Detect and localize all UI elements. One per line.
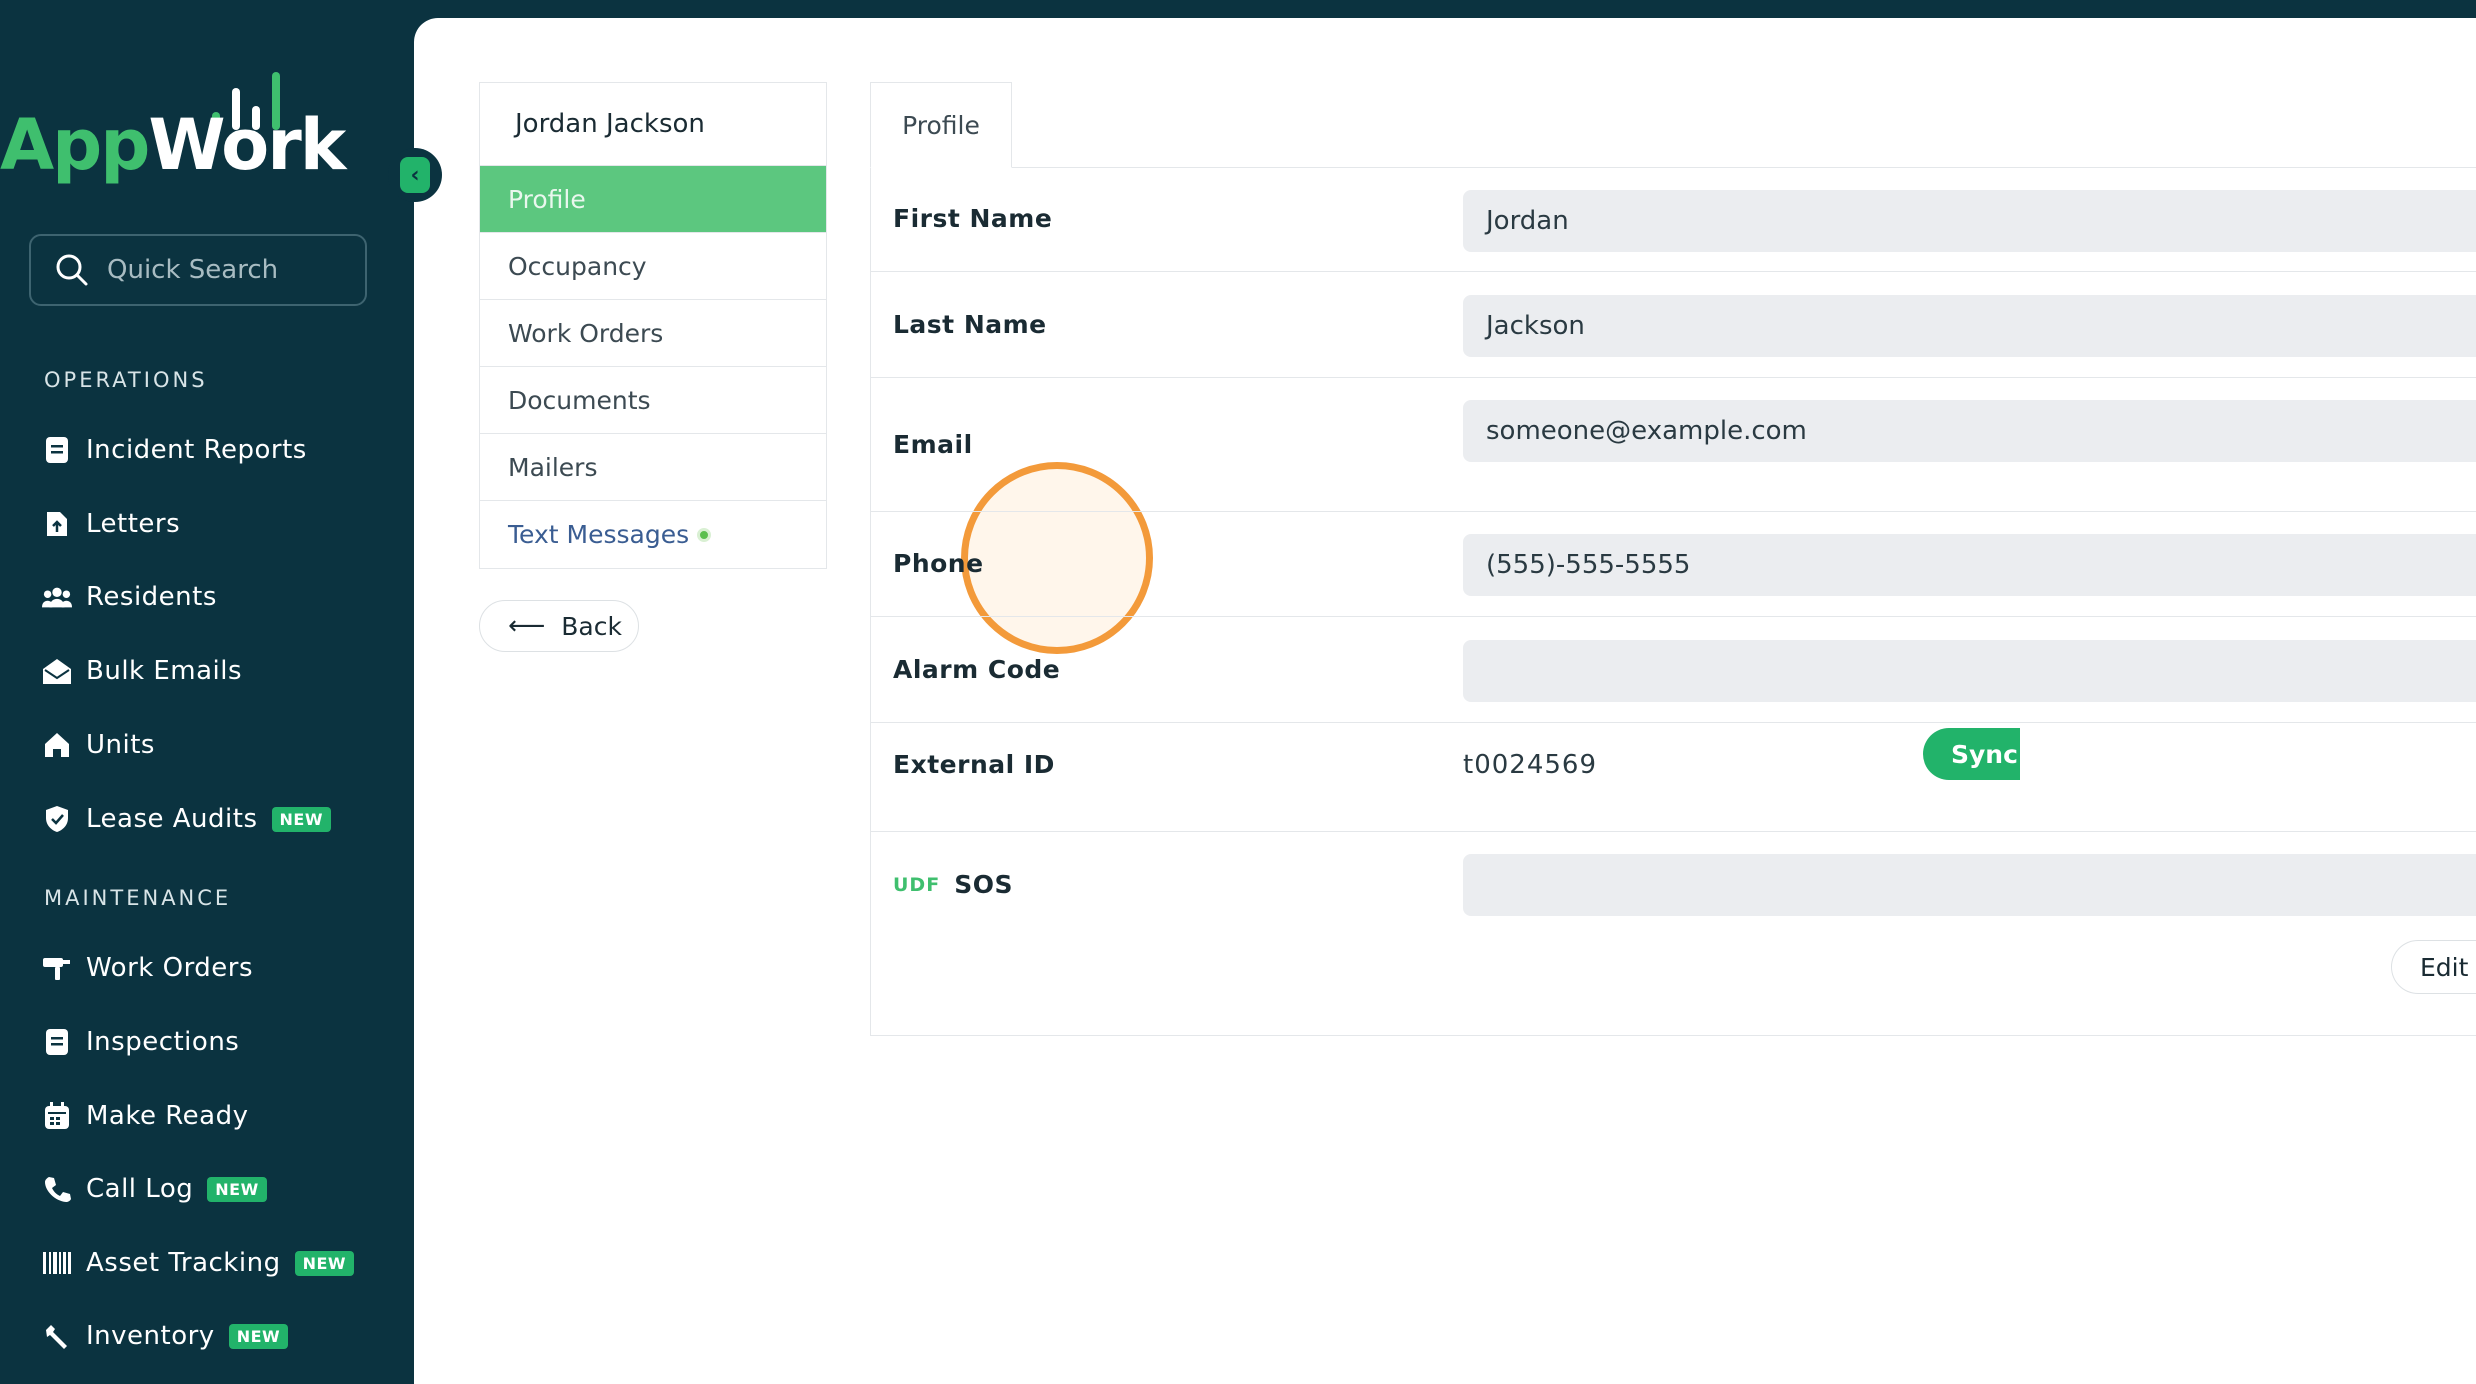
field-label: Phone bbox=[893, 549, 984, 578]
sidebar-item-inspections[interactable]: Inspections bbox=[42, 1020, 239, 1064]
barcode-icon bbox=[42, 1248, 72, 1278]
field-row-email: Email someone@example.com bbox=[871, 378, 2476, 512]
tab-profile[interactable]: Profile bbox=[870, 82, 1012, 168]
new-badge: NEW bbox=[207, 1176, 267, 1202]
chevron-left-icon: ‹ bbox=[400, 157, 430, 193]
field-row-alarm-code: Alarm Code bbox=[871, 617, 2476, 723]
sidebar-item-letters[interactable]: Letters bbox=[42, 502, 180, 546]
subnav-item-work-orders[interactable]: Work Orders bbox=[480, 300, 826, 367]
field-row-external-id: External ID t0024569 bbox=[871, 723, 2476, 832]
udf-tag: UDF bbox=[893, 873, 941, 896]
resident-subnav: Jordan Jackson Profile Occupancy Work Or… bbox=[479, 82, 827, 569]
resident-name: Jordan Jackson bbox=[480, 83, 826, 166]
new-badge: NEW bbox=[271, 806, 331, 832]
alarm-code-field[interactable] bbox=[1463, 640, 2476, 702]
sidebar-item-units[interactable]: Units bbox=[42, 723, 155, 767]
subnav-item-text-messages[interactable]: Text Messages bbox=[480, 501, 826, 568]
sidebar-item-residents[interactable]: Residents bbox=[42, 575, 217, 619]
sidebar-item-incident-reports[interactable]: Incident Reports bbox=[42, 428, 307, 472]
subnav-item-mailers[interactable]: Mailers bbox=[480, 434, 826, 501]
search-placeholder: Quick Search bbox=[107, 255, 279, 285]
section-label-operations: OPERATIONS bbox=[44, 368, 208, 392]
file-upload-icon bbox=[42, 509, 72, 539]
quick-search[interactable]: Quick Search bbox=[29, 234, 367, 306]
field-row-last-name: Last Name Jackson bbox=[871, 272, 2476, 378]
edit-button[interactable]: Edit bbox=[2391, 940, 2476, 994]
sync-button[interactable]: Sync bbox=[1923, 728, 2020, 780]
arrow-left-icon: ⟵ bbox=[508, 611, 546, 641]
wrench-icon bbox=[42, 1321, 72, 1351]
phone-icon bbox=[42, 1174, 72, 1204]
home-icon bbox=[42, 730, 72, 760]
tab-bar: Profile bbox=[870, 82, 2476, 168]
field-label: First Name bbox=[893, 204, 1053, 233]
sidebar-collapse-button[interactable]: ‹ bbox=[388, 148, 442, 202]
field-row-first-name: First Name Jordan bbox=[871, 168, 2476, 272]
section-label-maintenance: MAINTENANCE bbox=[44, 886, 232, 910]
field-label: External ID bbox=[893, 750, 1055, 779]
sidebar: AppWork Quick Search OPERATIONS Incident… bbox=[0, 0, 414, 1384]
paint-roller-icon bbox=[42, 953, 72, 983]
first-name-field[interactable]: Jordan bbox=[1463, 190, 2476, 252]
users-icon bbox=[42, 582, 72, 612]
sos-field[interactable] bbox=[1463, 854, 2476, 916]
sidebar-item-bulk-emails[interactable]: Bulk Emails bbox=[42, 649, 242, 693]
back-button[interactable]: ⟵ Back bbox=[479, 600, 639, 652]
back-label: Back bbox=[561, 611, 622, 641]
field-row-sos: UDF SOS bbox=[871, 832, 2476, 1036]
last-name-field[interactable]: Jackson bbox=[1463, 295, 2476, 357]
subnav-item-documents[interactable]: Documents bbox=[480, 367, 826, 434]
sidebar-item-asset-tracking[interactable]: Asset Tracking NEW bbox=[42, 1241, 355, 1285]
status-dot-icon bbox=[697, 527, 712, 542]
field-label: Alarm Code bbox=[893, 655, 1061, 684]
new-badge: NEW bbox=[294, 1250, 355, 1276]
sidebar-item-make-ready[interactable]: Make Ready bbox=[42, 1094, 248, 1138]
phone-field[interactable]: (555)-555-5555 bbox=[1463, 534, 2476, 596]
sidebar-item-call-log[interactable]: Call Log NEW bbox=[42, 1167, 267, 1211]
external-id-value: t0024569 bbox=[1463, 750, 1597, 780]
subnav-item-label: Text Messages bbox=[508, 520, 690, 549]
calendar-icon bbox=[42, 1101, 72, 1131]
document-icon bbox=[42, 1027, 72, 1057]
document-icon bbox=[42, 435, 72, 465]
subnav-item-occupancy[interactable]: Occupancy bbox=[480, 233, 826, 300]
field-label-text: SOS bbox=[954, 870, 1013, 899]
field-label: Last Name bbox=[893, 310, 1047, 339]
appwork-logo[interactable]: AppWork bbox=[0, 68, 346, 188]
field-row-phone: Phone (555)-555-5555 bbox=[871, 512, 2476, 617]
field-label: Email bbox=[893, 430, 973, 459]
envelope-open-icon bbox=[42, 656, 72, 686]
new-badge: NEW bbox=[228, 1323, 289, 1349]
profile-form: First Name Jordan Last Name Jackson Emai… bbox=[870, 168, 2476, 1036]
main-content: Jordan Jackson Profile Occupancy Work Or… bbox=[414, 18, 2476, 1384]
search-icon bbox=[56, 254, 88, 286]
shield-check-icon bbox=[42, 804, 72, 834]
sidebar-item-lease-audits[interactable]: Lease Audits NEW bbox=[42, 797, 331, 841]
sidebar-item-inventory[interactable]: Inventory NEW bbox=[42, 1314, 289, 1358]
sidebar-item-work-orders[interactable]: Work Orders bbox=[42, 946, 253, 990]
subnav-item-profile[interactable]: Profile bbox=[480, 166, 826, 233]
email-field[interactable]: someone@example.com bbox=[1463, 400, 2476, 462]
logo-wordmark: AppWork bbox=[0, 104, 346, 186]
field-label: UDF SOS bbox=[893, 870, 1013, 899]
